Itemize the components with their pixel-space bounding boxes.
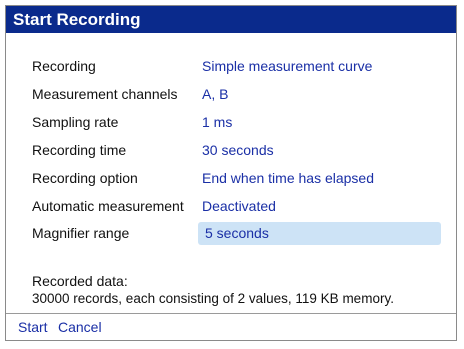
dialog-footer: Start Cancel [6, 314, 456, 340]
setting-value[interactable]: End when time has elapsed [202, 165, 374, 191]
setting-row-recording-time[interactable]: Recording time 30 seconds [6, 137, 456, 163]
setting-value[interactable]: 30 seconds [202, 137, 274, 163]
setting-label: Measurement channels [32, 86, 178, 102]
setting-row-recording[interactable]: Recording Simple measurement curve [6, 53, 456, 79]
setting-label: Recording [32, 58, 96, 74]
setting-label: Automatic measurement [32, 198, 184, 214]
setting-label: Sampling rate [32, 114, 119, 130]
start-recording-dialog: Start Recording Recording Simple measure… [5, 5, 457, 341]
recorded-data-heading: Recorded data: [32, 273, 128, 289]
setting-label: Recording time [32, 142, 127, 158]
setting-row-recording-option[interactable]: Recording option End when time has elaps… [6, 165, 456, 191]
recorded-data-summary: 30000 records, each consisting of 2 valu… [32, 291, 394, 306]
setting-value[interactable]: Deactivated [202, 193, 276, 219]
setting-value[interactable]: Simple measurement curve [202, 53, 372, 79]
setting-row-automatic-measurement[interactable]: Automatic measurement Deactivated [6, 193, 456, 219]
setting-value[interactable]: A, B [202, 81, 228, 107]
setting-value[interactable]: 5 seconds [205, 220, 269, 246]
setting-row-magnifier-range[interactable]: Magnifier range 5 seconds [6, 220, 456, 246]
start-button[interactable]: Start [18, 314, 48, 340]
cancel-button[interactable]: Cancel [58, 314, 102, 340]
setting-label: Recording option [32, 170, 138, 186]
setting-label: Magnifier range [32, 225, 130, 241]
setting-value[interactable]: 1 ms [202, 109, 232, 135]
setting-row-sampling-rate[interactable]: Sampling rate 1 ms [6, 109, 456, 135]
setting-row-measurement-channels[interactable]: Measurement channels A, B [6, 81, 456, 107]
dialog-title: Start Recording [6, 6, 456, 33]
